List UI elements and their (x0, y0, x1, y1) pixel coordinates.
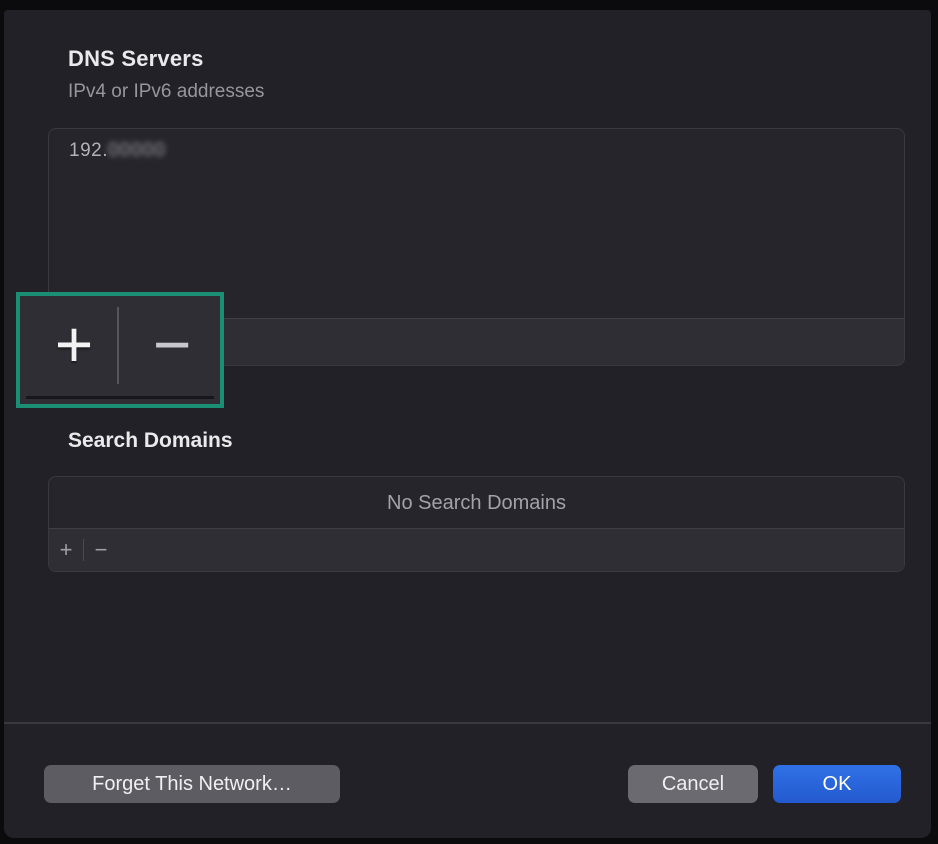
ok-button[interactable]: OK (773, 765, 901, 803)
remove-dns-server-button[interactable]: − (132, 304, 212, 384)
footer-separator (4, 722, 931, 724)
dns-servers-subtitle: IPv4 or IPv6 addresses (68, 81, 264, 103)
search-list-footer: + − (49, 528, 904, 571)
cancel-button[interactable]: Cancel (628, 765, 758, 803)
dns-entry-prefix: 192. (69, 140, 108, 161)
dns-controls-highlight-callout: + − (16, 292, 224, 408)
add-search-domain-button[interactable]: + (49, 539, 83, 561)
forget-this-network-button[interactable]: Forget This Network… (44, 765, 340, 803)
dns-entry-redacted: 00000 (108, 140, 166, 161)
dns-servers-title: DNS Servers (68, 46, 204, 72)
search-domains-title: Search Domains (68, 429, 233, 453)
add-dns-server-button[interactable]: + (34, 304, 114, 384)
dns-entry[interactable]: 192.00000 (69, 140, 166, 162)
remove-search-domain-button[interactable]: − (84, 539, 118, 561)
dialog-panel: DNS Servers IPv4 or IPv6 addresses 192.0… (4, 10, 931, 838)
search-domains-empty-label: No Search Domains (49, 477, 904, 529)
callout-bottom-edge (26, 396, 214, 399)
controls-divider (117, 307, 119, 384)
search-domains-list[interactable]: No Search Domains + − (48, 476, 905, 572)
